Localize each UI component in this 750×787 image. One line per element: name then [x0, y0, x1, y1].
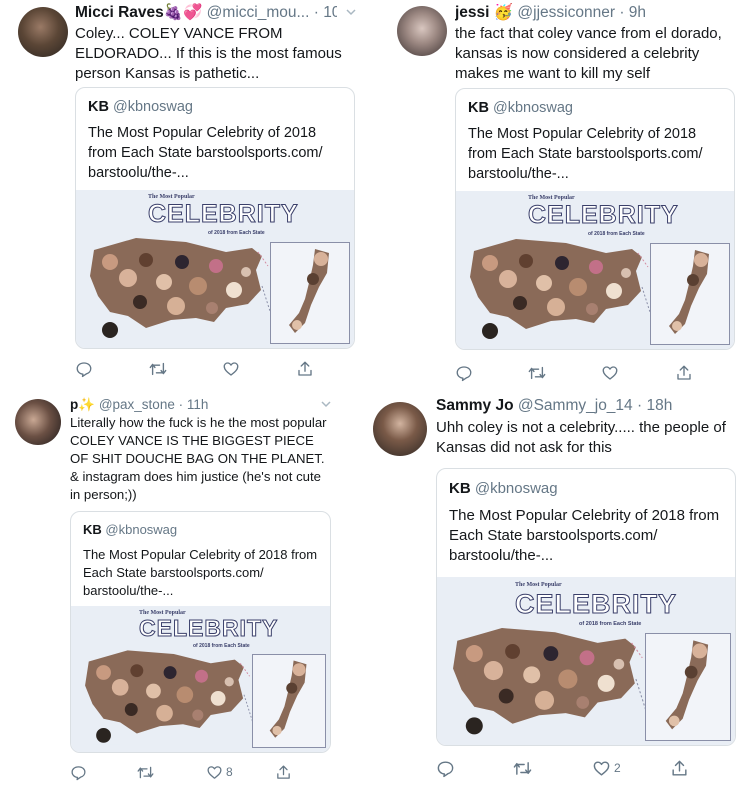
chevron-down-icon[interactable] — [320, 397, 332, 415]
card-text: The Most Popular Celebrity of 2018 from … — [88, 125, 323, 181]
display-name[interactable]: Micci Raves — [75, 4, 164, 21]
like-button[interactable]: 2 — [592, 759, 621, 778]
tweet-actions — [455, 362, 735, 384]
tweet-actions: 8 — [70, 761, 331, 783]
tweet-header: Sammy Jo @Sammy_jo_14 · 18h — [436, 397, 673, 414]
map-inset — [650, 243, 730, 345]
reply-button[interactable] — [455, 364, 473, 382]
display-name[interactable]: jessi — [455, 4, 489, 21]
reply-icon — [455, 364, 473, 382]
like-button[interactable]: 8 — [206, 764, 233, 781]
share-icon — [670, 759, 689, 778]
tweet-actions: 2 — [436, 757, 736, 779]
card-image[interactable]: The Most Popular CELEBRITY of 2018 from … — [456, 191, 734, 349]
avatar[interactable] — [397, 6, 447, 56]
chevron-down-icon[interactable] — [345, 5, 357, 23]
share-button[interactable] — [670, 759, 689, 778]
map-inset — [252, 654, 326, 748]
tweet-text: Coley... COLEY VANCE FROM ELDORADO... If… — [75, 25, 342, 82]
map-inset — [270, 242, 350, 344]
share-icon — [275, 764, 292, 781]
tweet-time[interactable]: 9h — [629, 4, 646, 21]
tweet[interactable]: Micci Raves🍇💞 @micci_mou... · 10h Coley.… — [0, 0, 372, 392]
share-icon — [675, 364, 693, 382]
tweet[interactable]: jessi 🥳 @jjessiconner · 9h the fact that… — [378, 0, 750, 392]
retweet-button[interactable] — [148, 360, 168, 378]
reply-button[interactable] — [436, 759, 455, 778]
avatar[interactable] — [15, 399, 61, 445]
card-author-name: KB — [83, 522, 102, 537]
card-author-handle: @kbnoswag — [105, 522, 178, 537]
card-image[interactable]: The Most Popular CELEBRITY of 2018 from … — [437, 577, 735, 745]
name-emoji: 🍇💞 — [163, 4, 203, 21]
user-handle[interactable]: @pax_stone — [99, 397, 175, 412]
heart-icon — [206, 764, 223, 781]
tweet-header: Micci Raves🍇💞 @micci_mou... · 10h — [75, 3, 337, 23]
share-button[interactable] — [296, 360, 314, 378]
card-author-name: KB — [468, 100, 489, 116]
share-icon — [296, 360, 314, 378]
card-text: The Most Popular Celebrity of 2018 from … — [449, 507, 720, 564]
avatar[interactable] — [373, 402, 427, 456]
reply-button[interactable] — [75, 360, 93, 378]
heart-icon — [601, 364, 619, 382]
card-image[interactable]: The Most Popular CELEBRITY of 2018 from … — [76, 190, 354, 348]
user-handle[interactable]: @jjessiconner — [517, 4, 615, 21]
link-card[interactable]: KB @kbnoswag The Most Popular Celebrity … — [75, 87, 355, 349]
display-name[interactable]: p — [70, 397, 78, 412]
heart-icon — [592, 759, 611, 778]
share-button[interactable] — [275, 764, 292, 781]
card-text: The Most Popular Celebrity of 2018 from … — [83, 547, 318, 598]
card-author-name: KB — [449, 480, 471, 497]
card-text: The Most Popular Celebrity of 2018 from … — [468, 126, 703, 182]
tweet-text: Uhh coley is not a celebrity..... the pe… — [436, 419, 726, 456]
reply-icon — [70, 764, 87, 781]
tweet-header: jessi 🥳 @jjessiconner · 9h — [455, 4, 647, 21]
retweet-icon — [148, 360, 168, 378]
name-emoji: 🥳 — [493, 4, 514, 21]
user-handle[interactable]: @micci_mou... — [207, 4, 310, 21]
retweet-button[interactable] — [136, 764, 155, 781]
retweet-icon — [136, 764, 155, 781]
tweet[interactable]: Sammy Jo @Sammy_jo_14 · 18h Uhh coley is… — [372, 392, 750, 787]
name-emoji: ✨ — [78, 397, 96, 412]
tweet-actions — [75, 358, 355, 380]
link-card[interactable]: KB @kbnoswag The Most Popular Celebrity … — [455, 88, 735, 350]
reply-button[interactable] — [70, 764, 87, 781]
display-name[interactable]: Sammy Jo — [436, 397, 514, 414]
card-image[interactable]: The Most Popular CELEBRITY of 2018 from … — [71, 606, 330, 752]
link-card[interactable]: KB @kbnoswag The Most Popular Celebrity … — [70, 511, 331, 753]
tweet-time[interactable]: 18h — [646, 397, 672, 414]
share-button[interactable] — [675, 364, 693, 382]
card-author-handle: @kbnoswag — [112, 99, 193, 115]
reply-icon — [436, 759, 455, 778]
retweet-button[interactable] — [527, 364, 547, 382]
card-author-name: KB — [88, 99, 109, 115]
heart-icon — [222, 360, 240, 378]
tweet-time[interactable]: 10h — [323, 4, 337, 21]
user-handle[interactable]: @Sammy_jo_14 — [518, 397, 633, 414]
retweet-button[interactable] — [512, 759, 533, 778]
link-card[interactable]: KB @kbnoswag The Most Popular Celebrity … — [436, 468, 736, 746]
tweet[interactable]: p✨ @pax_stone · 11h Literally how the fu… — [0, 392, 372, 787]
like-count: 8 — [226, 765, 233, 779]
tweet-header: p✨ @pax_stone · 11h — [70, 397, 209, 412]
card-author-handle: @kbnoswag — [492, 100, 573, 116]
reply-icon — [75, 360, 93, 378]
like-button[interactable] — [222, 360, 243, 378]
avatar[interactable] — [18, 7, 68, 57]
card-author-handle: @kbnoswag — [474, 480, 558, 497]
tweet-time[interactable]: 11h — [187, 397, 209, 412]
like-button[interactable] — [601, 364, 622, 382]
retweet-icon — [512, 759, 533, 778]
like-count: 2 — [614, 761, 621, 775]
tweet-text: the fact that coley vance from el dorado… — [455, 25, 722, 82]
map-inset — [645, 633, 731, 741]
tweet-text: Literally how the fuck is he the most po… — [70, 415, 327, 502]
retweet-icon — [527, 364, 547, 382]
